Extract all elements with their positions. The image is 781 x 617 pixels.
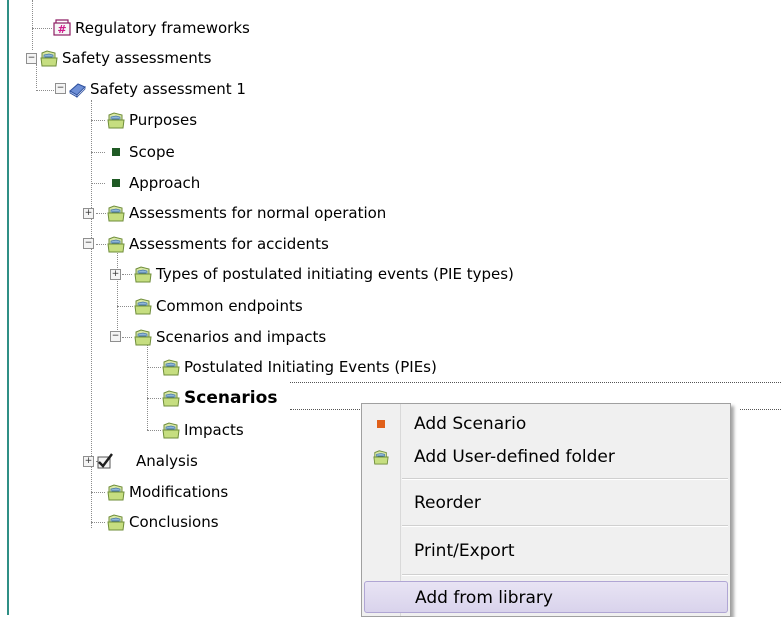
expand-toggle[interactable]: +: [110, 269, 121, 280]
orange-square-icon: [377, 420, 385, 428]
folder-icon: [107, 204, 125, 222]
tree-item-label: Safety assessments: [62, 49, 212, 67]
tree-item-label: Impacts: [184, 421, 244, 439]
menu-item-add-scenario[interactable]: Add Scenario: [362, 408, 730, 440]
tree-item-label: Scenarios and impacts: [156, 328, 327, 346]
folder-icon: [162, 421, 180, 439]
tree-item-label: Assessments for normal operation: [129, 204, 387, 222]
green-square-icon: [112, 148, 120, 156]
collapse-toggle[interactable]: −: [55, 83, 66, 94]
green-square-icon: [112, 179, 120, 187]
folder-icon: [107, 513, 125, 531]
menu-item-add-from-library[interactable]: Add from library: [364, 581, 728, 613]
tree-item-label: Common endpoints: [156, 297, 303, 315]
selection-focus-line: [290, 382, 781, 383]
tree-item-label: Assessments for accidents: [129, 235, 329, 253]
tree-item-label: Safety assessment 1: [90, 80, 246, 98]
book-icon: [69, 83, 86, 98]
collapse-toggle[interactable]: −: [110, 331, 121, 342]
folder-icon: [162, 358, 180, 376]
folder-icon: [134, 328, 152, 346]
menu-item-label: Add Scenario: [414, 414, 527, 434]
folder-icon: [134, 297, 152, 315]
menu-item-label: Print/Export: [414, 541, 515, 561]
folder-icon: [107, 483, 125, 501]
tree-item-label: Purposes: [129, 111, 198, 129]
folder-icon: [162, 389, 180, 407]
tree-item-label: Regulatory frameworks: [75, 19, 250, 37]
menu-item-reorder[interactable]: Reorder: [362, 487, 730, 519]
checkmark-icon: [97, 453, 113, 469]
menu-item-label: Reorder: [414, 493, 481, 513]
tree-item-label: Postulated Initiating Events (PIEs): [184, 358, 437, 376]
folder-icon: [373, 449, 389, 465]
tree-item-label: Scope: [129, 143, 175, 161]
folder-icon: [107, 235, 125, 253]
tree-item-label: Modifications: [129, 483, 229, 501]
svg-text:#: #: [57, 23, 66, 36]
expand-toggle[interactable]: +: [83, 208, 94, 219]
selection-focus-line: [740, 409, 781, 410]
tree-item-label: Approach: [129, 174, 201, 192]
menu-item-label: Add User-defined folder: [414, 447, 615, 467]
menu-item-add-user-folder[interactable]: Add User-defined folder: [362, 441, 730, 473]
folder-icon: [134, 265, 152, 283]
tree-item-label: Conclusions: [129, 513, 219, 531]
expand-toggle[interactable]: +: [83, 456, 94, 467]
framework-icon: #: [53, 19, 71, 36]
context-menu: Add Scenario Add User-defined folder Reo…: [361, 403, 731, 617]
folder-icon: [107, 111, 125, 129]
folder-icon: [40, 49, 58, 67]
collapse-toggle[interactable]: −: [83, 238, 94, 249]
menu-item-label: Add from library: [415, 588, 553, 608]
menu-item-print-export[interactable]: Print/Export: [362, 535, 730, 567]
tree-item-label: Scenarios: [184, 388, 278, 408]
tree-item-label: Types of postulated initiating events (P…: [156, 265, 514, 283]
collapse-toggle[interactable]: −: [26, 53, 37, 64]
tree-item-label: Analysis: [136, 452, 198, 470]
